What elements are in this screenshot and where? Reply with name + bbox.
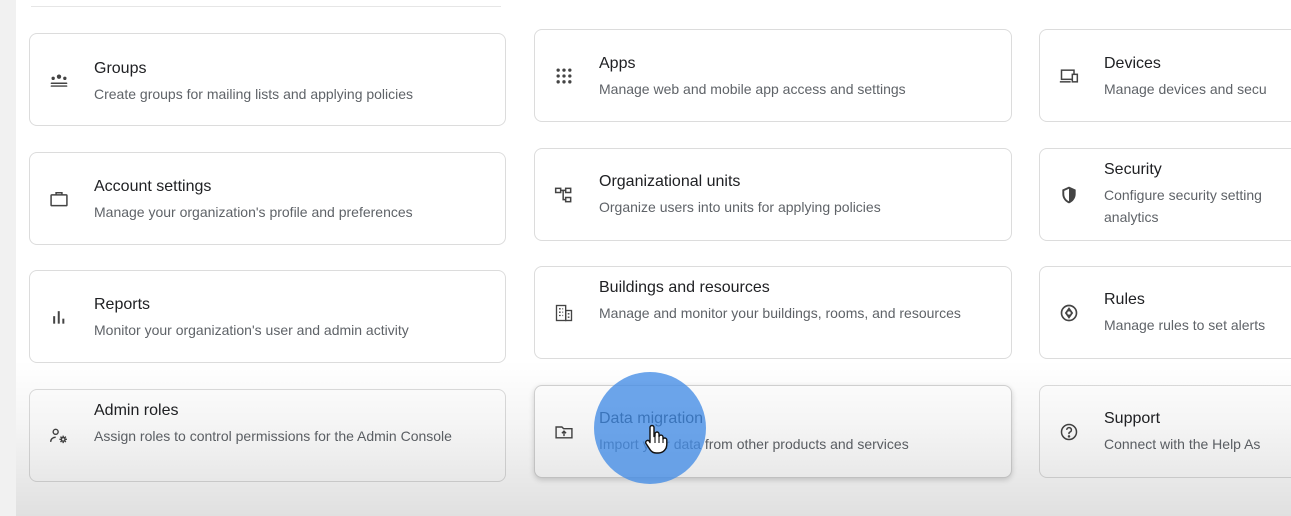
- card-title: Reports: [94, 296, 151, 313]
- org-units-icon: [553, 184, 575, 206]
- hand-cursor-icon: [644, 424, 668, 454]
- card-title: Admin roles: [94, 402, 179, 419]
- briefcase-icon: [48, 188, 70, 210]
- card-title: Apps: [599, 55, 636, 72]
- card-title: Organizational units: [599, 173, 741, 190]
- card-title: Devices: [1104, 55, 1161, 72]
- card-account-settings[interactable]: Account settings Manage your organizatio…: [29, 152, 506, 245]
- card-title: Groups: [94, 60, 147, 77]
- card-description: Manage and monitor your buildings, rooms…: [599, 305, 961, 321]
- card-description: Monitor your organization's user and adm…: [94, 322, 409, 338]
- card-description: Assign roles to control permissions for …: [94, 428, 452, 444]
- groups-icon: [48, 69, 70, 91]
- card-description: Manage your organization's profile and p…: [94, 204, 413, 220]
- card-buildings-and-resources[interactable]: Buildings and resources Manage and monit…: [534, 266, 1012, 359]
- card-title: Support: [1104, 410, 1161, 427]
- card-reports[interactable]: Reports Monitor your organization's user…: [29, 270, 506, 363]
- card-description: Manage web and mobile app access and set…: [599, 81, 906, 97]
- card-data-migration[interactable]: Data migration Import your data from oth…: [534, 385, 1012, 478]
- card-title: Buildings and resources: [599, 279, 770, 296]
- card-rules[interactable]: Rules Manage rules to set alerts: [1039, 266, 1291, 359]
- card-organizational-units[interactable]: Organizational units Organize users into…: [534, 148, 1012, 241]
- card-devices[interactable]: Devices Manage devices and secu: [1039, 29, 1291, 122]
- card-title: Rules: [1104, 291, 1145, 308]
- card-security[interactable]: Security Configure security setting anal…: [1039, 148, 1291, 241]
- card-description: Connect with the Help As: [1104, 436, 1261, 452]
- apps-grid-icon: [553, 65, 575, 87]
- card-description: Manage devices and secu: [1104, 81, 1267, 97]
- building-icon: [553, 302, 575, 324]
- card-description: Organize users into units for applying p…: [599, 199, 881, 215]
- card-description: Manage rules to set alerts: [1104, 317, 1266, 333]
- card-title: Security: [1104, 161, 1162, 178]
- card-description: Configure security setting analytics: [1104, 187, 1262, 225]
- card-apps[interactable]: Apps Manage web and mobile app access an…: [534, 29, 1012, 122]
- divider: [31, 6, 501, 7]
- card-groups[interactable]: Groups Create groups for mailing lists a…: [29, 33, 506, 126]
- card-support[interactable]: Support Connect with the Help As: [1039, 385, 1291, 478]
- card-title: Account settings: [94, 178, 212, 195]
- help-icon: [1058, 421, 1080, 443]
- bar-chart-icon: [48, 306, 70, 328]
- admin-roles-icon: [48, 425, 70, 447]
- card-description: Create groups for mailing lists and appl…: [94, 86, 414, 102]
- devices-icon: [1058, 65, 1080, 87]
- folder-upload-icon: [553, 421, 575, 443]
- shield-icon: [1058, 184, 1080, 206]
- rules-icon: [1058, 302, 1080, 324]
- card-admin-roles[interactable]: Admin roles Assign roles to control perm…: [29, 389, 506, 482]
